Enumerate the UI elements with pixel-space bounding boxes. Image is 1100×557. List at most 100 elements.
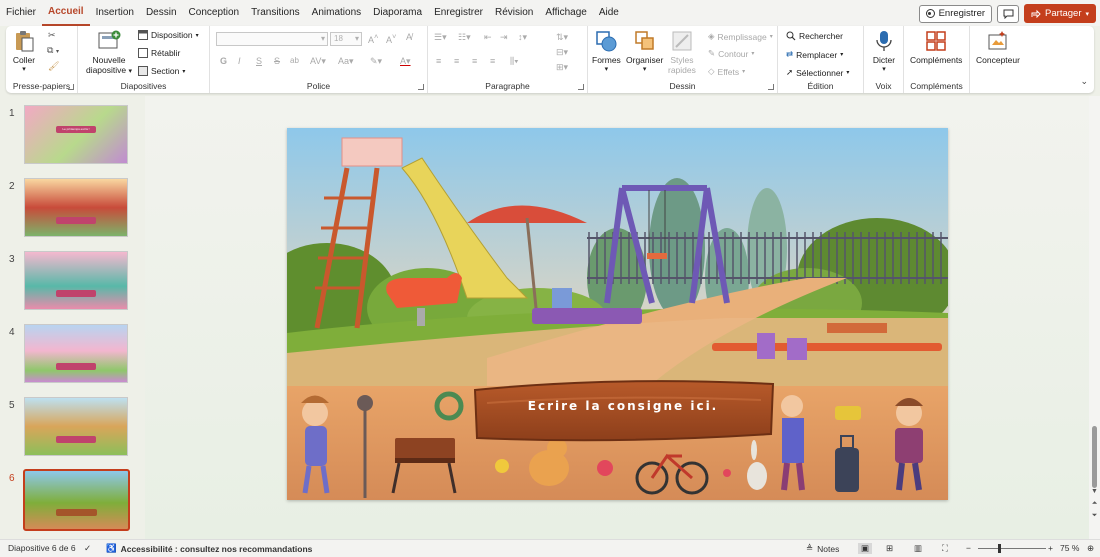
char-spacing-icon[interactable]: AV▾: [310, 56, 326, 67]
fill-button[interactable]: ◈ Remplissage ▾: [708, 31, 773, 42]
current-slide[interactable]: Ecrire la consigne ici.: [287, 128, 948, 500]
next-slide-icon[interactable]: ⏷: [1091, 512, 1098, 520]
scroll-down-icon[interactable]: ▼: [1091, 488, 1098, 495]
paragraph-launcher-icon[interactable]: [578, 84, 584, 90]
slide-preview[interactable]: [23, 469, 130, 531]
zoom-slider-thumb[interactable]: [998, 544, 1001, 553]
reading-view-icon[interactable]: ▥: [914, 543, 922, 554]
instruction-board[interactable]: Ecrire la consigne ici.: [472, 382, 774, 440]
menu-tab-3[interactable]: Dessin: [140, 0, 183, 26]
slide-preview[interactable]: [24, 324, 128, 383]
text-direction-icon[interactable]: ⇅▾: [556, 32, 568, 43]
designer-button[interactable]: Concepteur: [976, 29, 1020, 65]
slide-thumbnail-2[interactable]: 2: [0, 178, 143, 242]
slide-thumbnail-6[interactable]: 6: [0, 469, 143, 534]
smartart-icon[interactable]: ⊞▾: [556, 62, 568, 73]
clear-format-icon[interactable]: A̸: [406, 32, 412, 42]
drawing-launcher-icon[interactable]: [768, 84, 774, 90]
shapes-button[interactable]: Formes ▾: [592, 29, 621, 75]
slide-preview[interactable]: [24, 178, 128, 237]
highlight-icon[interactable]: ✎▾: [370, 56, 382, 67]
layout-button[interactable]: Disposition ▾: [138, 30, 199, 40]
change-case-button[interactable]: Aa▾: [338, 56, 354, 67]
numbering-icon[interactable]: ☷▾: [458, 32, 471, 43]
replace-button[interactable]: ⇄ Remplacer ▾: [786, 49, 843, 60]
menu-tab-1[interactable]: Accueil: [42, 0, 90, 26]
slide-preview[interactable]: [24, 397, 128, 456]
clipboard-launcher-icon[interactable]: [68, 84, 74, 90]
record-button[interactable]: Enregistrer: [918, 4, 993, 23]
select-button[interactable]: ➚ Sélectionner ▾: [786, 67, 849, 78]
slide-preview[interactable]: [24, 251, 128, 310]
normal-view-icon[interactable]: ▣: [858, 543, 873, 554]
menu-tab-11[interactable]: Aide: [593, 0, 625, 26]
justify-icon[interactable]: ≡: [490, 56, 495, 66]
menu-tab-8[interactable]: Enregistrer: [428, 0, 489, 26]
fit-slide-icon[interactable]: ⊕: [1087, 543, 1094, 554]
slide-thumbnail-1[interactable]: 1 Le printemps est là !: [0, 105, 143, 169]
strikethrough-button[interactable]: S: [274, 56, 280, 66]
decrease-indent-icon[interactable]: ⇤: [484, 32, 492, 43]
arrange-button[interactable]: Organiser ▾: [626, 29, 663, 75]
columns-icon[interactable]: ⫼▾: [510, 56, 519, 67]
align-left-icon[interactable]: ≡: [436, 56, 441, 66]
font-launcher-icon[interactable]: [418, 84, 424, 90]
bold-button[interactable]: G: [220, 56, 227, 66]
slide-sorter-icon[interactable]: ⊞: [886, 543, 893, 554]
find-button[interactable]: Rechercher: [786, 31, 843, 41]
line-spacing-icon[interactable]: ↕▾: [518, 32, 527, 43]
font-name-combo[interactable]: ▾: [216, 32, 328, 46]
menu-tab-5[interactable]: Transitions: [245, 0, 306, 26]
font-size-combo[interactable]: 18 ▾: [330, 32, 362, 46]
addins-button[interactable]: Compléments: [910, 29, 962, 65]
menu-tab-2[interactable]: Insertion: [90, 0, 140, 26]
accessibility-button[interactable]: ♿ Accessibilité : consultez nos recomman…: [106, 543, 312, 554]
paste-button[interactable]: Coller ▾: [12, 29, 36, 75]
format-painter-icon[interactable]: 🖌: [48, 61, 59, 72]
vertical-scrollbar[interactable]: ▼ ⏶ ⏷: [1089, 96, 1100, 539]
comments-button[interactable]: [997, 4, 1020, 23]
copy-icon[interactable]: ⧉ ▾: [47, 45, 59, 56]
effects-button[interactable]: ◇ Effets ▾: [708, 66, 745, 77]
decrease-font-icon[interactable]: A˅: [386, 32, 396, 45]
scrollbar-thumb[interactable]: [1092, 426, 1097, 488]
align-center-icon[interactable]: ≡: [454, 56, 459, 66]
collapse-ribbon-icon[interactable]: ⌄: [1080, 76, 1088, 87]
slide-thumbnail-5[interactable]: 5: [0, 397, 143, 461]
menu-tab-0[interactable]: Fichier: [0, 0, 42, 26]
slide-thumbnail-4[interactable]: 4: [0, 324, 143, 388]
font-color-icon[interactable]: A▾: [400, 56, 411, 67]
dictate-button[interactable]: Dicter ▾: [872, 29, 896, 75]
menu-tab-7[interactable]: Diaporama: [367, 0, 428, 26]
outline-button[interactable]: ✎ Contour ▾: [708, 48, 754, 59]
increase-font-icon[interactable]: A˄: [368, 32, 378, 45]
menu-tab-6[interactable]: Animations: [306, 0, 367, 26]
zoom-level[interactable]: 75 %: [1060, 543, 1079, 553]
shadow-button[interactable]: ab: [290, 56, 299, 65]
notes-button[interactable]: ≜ Notes: [806, 543, 839, 554]
underline-button[interactable]: S: [256, 56, 262, 66]
zoom-in-icon[interactable]: +: [1048, 543, 1053, 553]
reset-button[interactable]: Rétablir: [138, 48, 180, 58]
previous-slide-icon[interactable]: ⏶: [1091, 500, 1098, 508]
slide-preview[interactable]: Le printemps est là !: [24, 105, 128, 164]
cut-icon[interactable]: ✂: [48, 30, 56, 41]
quick-styles-button[interactable]: Styles rapides: [668, 29, 696, 75]
section-button[interactable]: Section ▾: [138, 66, 185, 76]
bullets-icon[interactable]: ☰▾: [434, 32, 447, 43]
slideshow-icon[interactable]: ⛶: [942, 543, 948, 554]
menu-tab-10[interactable]: Affichage: [539, 0, 593, 26]
increase-indent-icon[interactable]: ⇥: [500, 32, 508, 43]
align-right-icon[interactable]: ≡: [472, 56, 477, 66]
instruction-text[interactable]: Ecrire la consigne ici.: [472, 399, 774, 413]
new-slide-button[interactable]: Nouvelle diapositive ▾: [82, 29, 136, 77]
zoom-slider[interactable]: [978, 544, 1046, 553]
share-button[interactable]: Partager ▾: [1024, 4, 1096, 23]
align-text-icon[interactable]: ⊟▾: [556, 47, 568, 58]
zoom-out-icon[interactable]: −: [966, 543, 971, 553]
italic-button[interactable]: I: [238, 56, 241, 66]
menu-tab-9[interactable]: Révision: [489, 0, 539, 26]
menu-tab-4[interactable]: Conception: [183, 0, 246, 26]
spellcheck-icon[interactable]: ✓: [84, 543, 91, 554]
slide-thumbnail-3[interactable]: 3: [0, 251, 143, 315]
